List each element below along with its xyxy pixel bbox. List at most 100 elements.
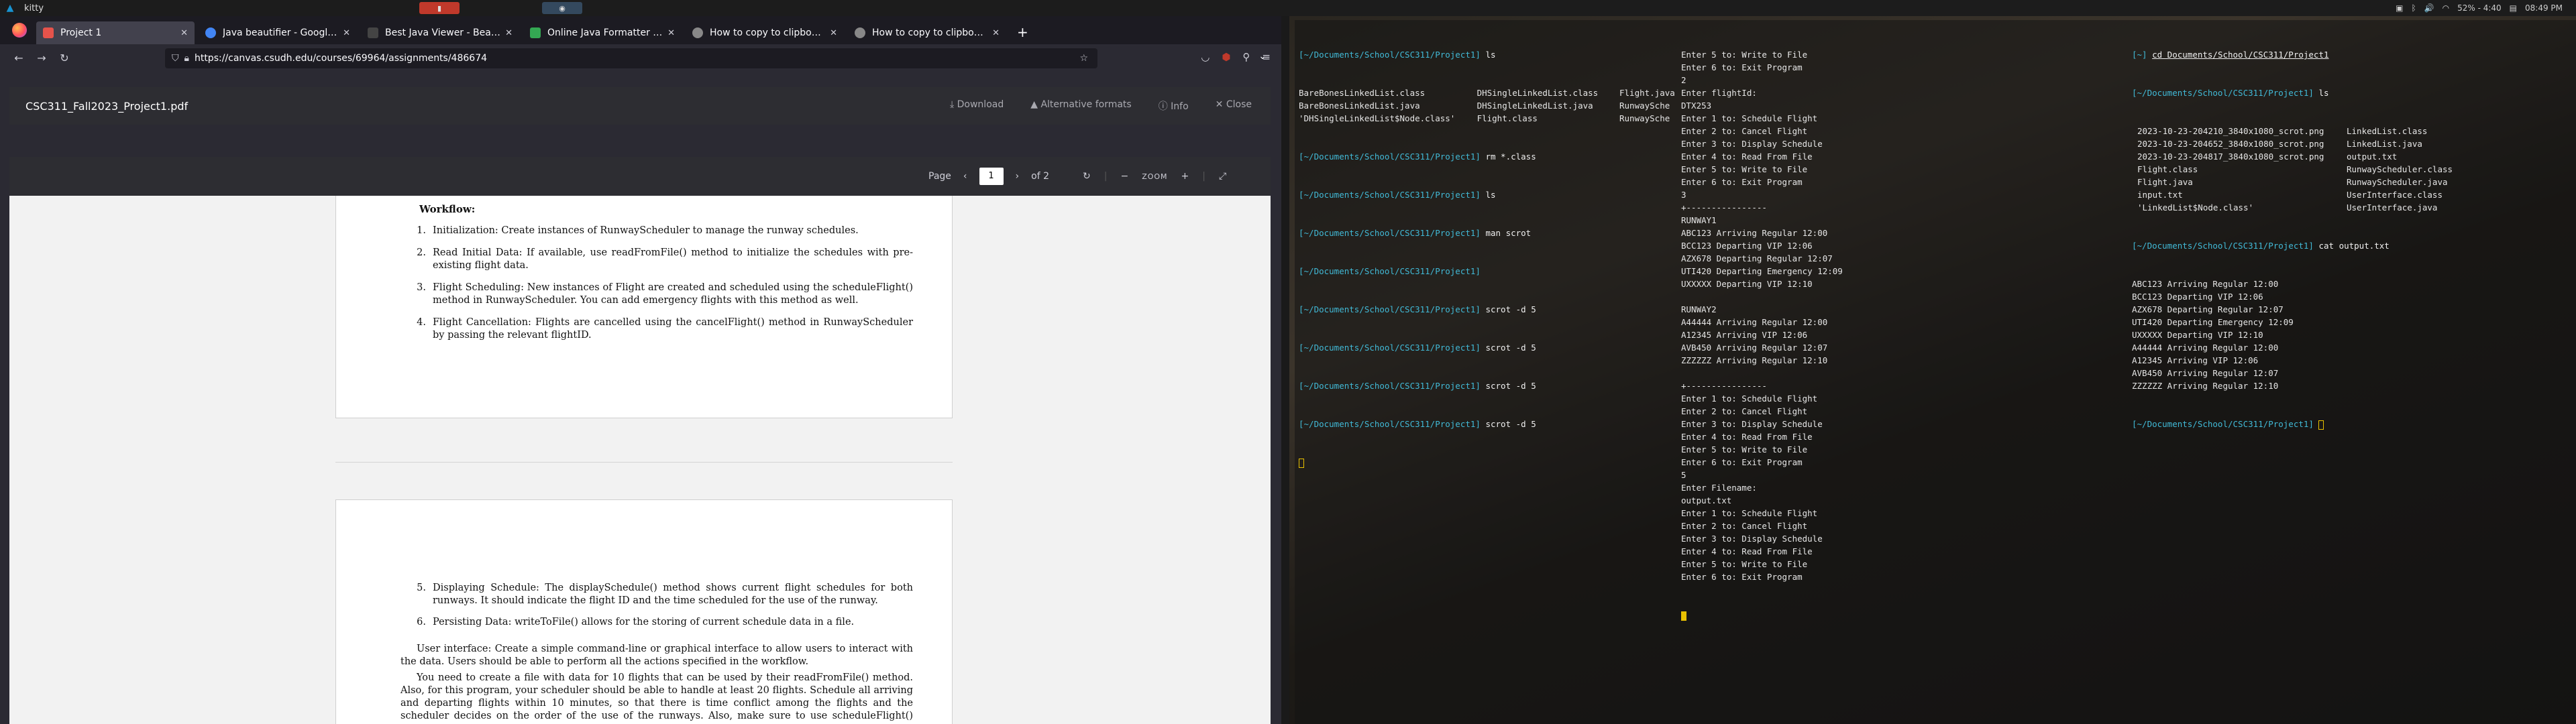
ls-output: 2023-10-23-204210_3840x1080_scrot.png 202…: [2132, 125, 2572, 214]
command: scrot -d 5: [1485, 304, 1536, 314]
arch-logo-icon[interactable]: ▲: [0, 3, 20, 13]
new-tab-button[interactable]: +: [1017, 24, 1028, 40]
download-button[interactable]: ⤓ Download: [950, 99, 1004, 113]
zoom-out-icon[interactable]: −: [1120, 171, 1128, 182]
file-entry: Flight.class: [2137, 164, 2198, 174]
output-line: RUNWAY2: [1681, 304, 1717, 314]
file-entry: 2023-10-23-204817_3840x1080_scrot.png: [2137, 152, 2324, 162]
output-line: Enter 1 to: Schedule Flight: [1681, 508, 1818, 518]
output-line: Enter flightId:: [1681, 88, 1757, 98]
favicon-icon: [368, 27, 378, 38]
item-number: 5.: [417, 583, 426, 593]
clipboard-icon[interactable]: ▤: [2510, 3, 2517, 13]
rotate-icon[interactable]: ↻: [1083, 171, 1091, 182]
file-entry: 2023-10-23-204652_3840x1080_scrot.png: [2137, 139, 2324, 149]
wifi-icon[interactable]: ◠: [2443, 3, 2449, 13]
previous-page-icon[interactable]: ‹: [963, 171, 967, 182]
page-total: of 2: [1031, 171, 1049, 182]
workspace-2-indicator[interactable]: ◉: [542, 2, 582, 14]
clock[interactable]: 08:49 PM: [2525, 3, 2563, 13]
divider: |: [1202, 171, 1205, 182]
app-icon[interactable]: ▣: [2396, 3, 2403, 13]
url-text[interactable]: https://canvas.csudh.edu/courses/69964/a…: [195, 53, 487, 64]
pdf-viewport[interactable]: Workflow: 1. Initialization: Create insta…: [9, 196, 1271, 724]
fullscreen-icon[interactable]: ⤢: [1219, 171, 1226, 182]
file-entry: input.txt: [2137, 190, 2183, 200]
extensions-icon[interactable]: ⚲: [1242, 51, 1250, 63]
pdf-filename: CSC311_Fall2023_Project1.pdf: [25, 99, 189, 113]
tab-java-beautifier[interactable]: Java beautifier - Google Se ✕: [199, 21, 357, 44]
battery-status[interactable]: 52% - 4:40: [2457, 3, 2502, 13]
page-number-input[interactable]: 1: [979, 168, 1004, 185]
pocket-icon[interactable]: ◡: [1201, 51, 1210, 63]
output-line: Enter 4 to: Read From File: [1681, 546, 1813, 556]
item-text: Initialization: Create instances of Runw…: [433, 225, 859, 236]
close-tab-icon[interactable]: ✕: [667, 28, 675, 38]
close-tab-icon[interactable]: ✕: [992, 28, 1000, 38]
prompt: [~/Documents/School/CSC311/Project1]: [1299, 50, 1481, 60]
workspace-1-indicator[interactable]: ▮: [419, 2, 460, 14]
terminal-1[interactable]: [~/Documents/School/CSC311/Project1] ls …: [1295, 20, 1677, 724]
output-line: 3: [1681, 190, 1686, 200]
command: man scrot: [1485, 228, 1532, 238]
zoom-in-icon[interactable]: +: [1181, 171, 1189, 182]
tab-online-java-formatter[interactable]: Online Java Formatter | Tu ✕: [523, 21, 682, 44]
cat-output: ABC123 Arriving Regular 12:00 BCC123 Depa…: [2132, 278, 2572, 392]
page-separator: [335, 462, 953, 463]
forward-icon[interactable]: →: [32, 52, 51, 64]
command: scrot -d 5: [1485, 381, 1536, 391]
zoom-controls: ↻ | − ZOOM + | ⤢: [1083, 171, 1226, 182]
bookmark-star-icon[interactable]: ☆: [1079, 53, 1088, 64]
file-entry: BareBonesLinkedList.class: [1299, 88, 1426, 98]
tab-copy-clipboard-2[interactable]: How to copy to clipboard i ✕: [848, 21, 1006, 44]
close-tab-icon[interactable]: ✕: [830, 28, 837, 38]
ublock-icon[interactable]: ⬢: [1222, 51, 1230, 63]
output-line: UTI420 Departing Emergency 12:09: [2132, 317, 2294, 327]
tab-project-1[interactable]: Project 1 ✕: [36, 21, 195, 44]
info-button[interactable]: ⓘ Info: [1159, 99, 1189, 113]
favicon-icon: [205, 27, 216, 38]
info-icon: ⓘ: [1158, 101, 1171, 112]
terminal-2-java-program[interactable]: Enter 5 to: Write to File Enter 6 to: Exi…: [1677, 20, 2128, 724]
favicon-icon: [692, 27, 703, 38]
output-line: Enter 3 to: Display Schedule: [1681, 139, 1823, 149]
output-line: +----------------: [1681, 381, 1767, 391]
terminal-3[interactable]: [~] cd Documents/School/CSC311/Project1 …: [2128, 20, 2576, 724]
bluetooth-icon[interactable]: ᛒ: [2411, 3, 2416, 13]
back-icon[interactable]: ←: [9, 52, 28, 64]
output-line: AZX678 Departing Regular 12:07: [1681, 253, 1833, 263]
close-tab-icon[interactable]: ✕: [505, 28, 513, 38]
system-top-bar: ▲ kitty ▮ ◉ ▣ ᛒ 🔊 ◠ 52% - 4:40 ▤ 08:49 P…: [0, 0, 2576, 16]
favicon-icon: [530, 27, 541, 38]
file-entry: RunwaySche: [1619, 113, 1670, 123]
close-tab-icon[interactable]: ✕: [343, 28, 350, 38]
item-text: Read Initial Data: If available, use rea…: [433, 247, 913, 271]
close-tab-icon[interactable]: ✕: [180, 28, 188, 38]
tab-best-java-viewer[interactable]: Best Java Viewer - Beautify ✕: [361, 21, 519, 44]
prompt: [~/Documents/School/CSC311/Project1]: [1299, 419, 1481, 429]
firefox-logo-icon[interactable]: [12, 23, 27, 38]
lock-icon[interactable]: 🔒︎: [184, 53, 189, 64]
output-line: Enter 4 to: Read From File: [1681, 152, 1813, 162]
file-entry: RunwaySche: [1619, 101, 1670, 111]
shield-icon[interactable]: ⛉: [172, 53, 179, 64]
alternative-formats-button[interactable]: ▲ Alternative formats: [1030, 99, 1131, 113]
output-line: A44444 Arriving Regular 12:00: [1681, 317, 1828, 327]
tab-label: Project 1: [60, 27, 102, 38]
url-bar[interactable]: ⛉ 🔒︎ https://canvas.csudh.edu/courses/69…: [165, 48, 1097, 68]
output-line: Enter 4 to: Read From File: [1681, 432, 1813, 442]
volume-icon[interactable]: 🔊: [2424, 3, 2434, 13]
prompt: [~/Documents/School/CSC311/Project1]: [1299, 266, 1481, 276]
item-number: 4.: [417, 317, 426, 328]
tab-copy-clipboard-1[interactable]: How to copy to clipboard i ✕: [686, 21, 844, 44]
output-line: Enter Filename:: [1681, 483, 1757, 493]
prompt: [~/Documents/School/CSC311/Project1]: [2132, 88, 2314, 98]
output-line: BCC123 Departing VIP 12:06: [1681, 241, 1813, 251]
close-button[interactable]: ✕ Close: [1216, 99, 1252, 113]
next-page-icon[interactable]: ›: [1016, 171, 1020, 182]
output-line: Enter 3 to: Display Schedule: [1681, 419, 1823, 429]
reload-icon[interactable]: ↻: [55, 52, 74, 64]
pdf-page-2: 5. Displaying Schedule: The displaySchedu…: [335, 499, 953, 724]
file-entry: Flight.class: [1477, 113, 1538, 123]
app-menu-icon[interactable]: ≡: [1262, 51, 1271, 63]
